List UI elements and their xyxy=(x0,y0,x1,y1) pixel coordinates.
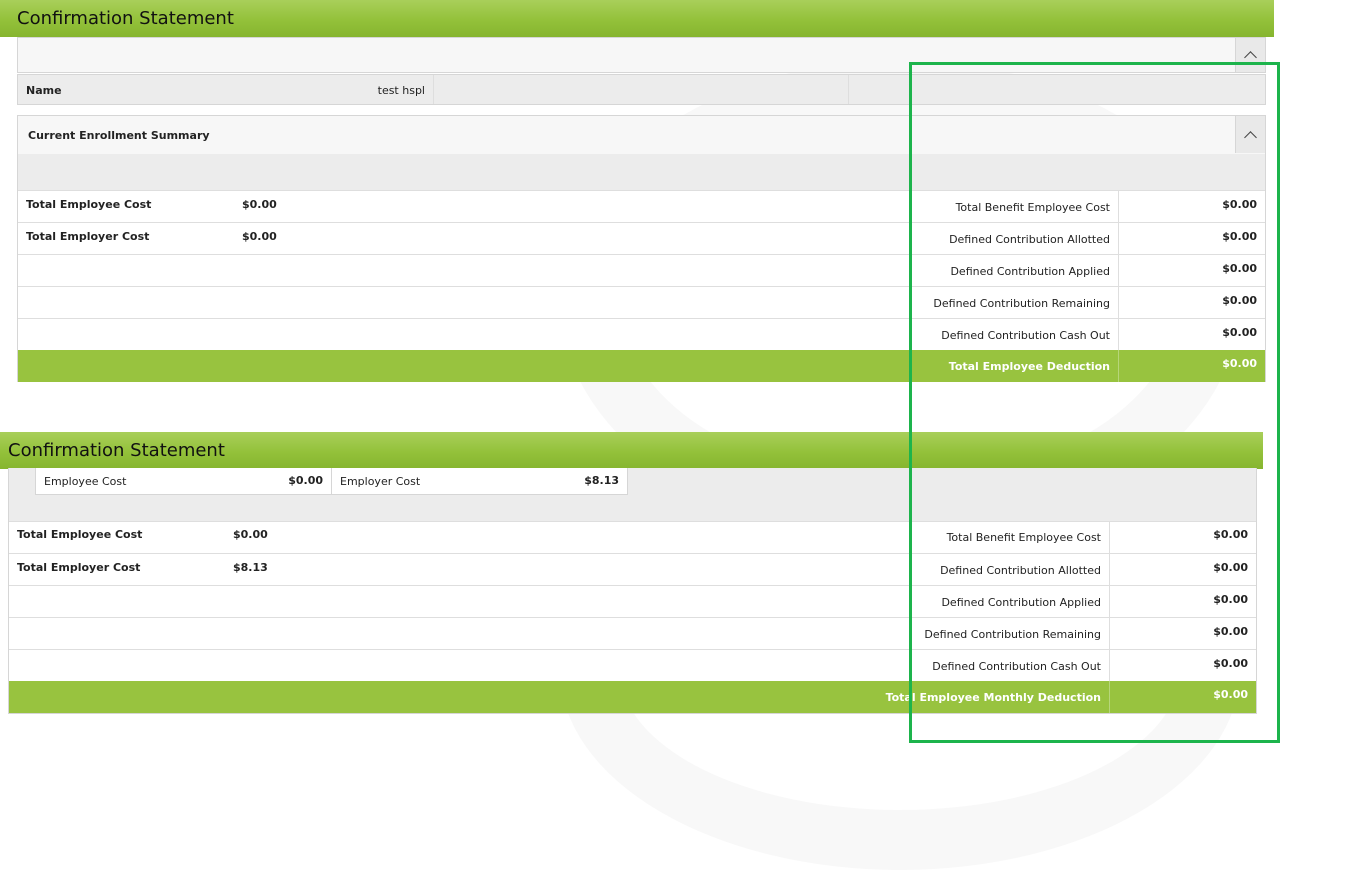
divider xyxy=(1118,191,1119,223)
name-value: test hspl xyxy=(377,84,425,97)
name-bar: Name test hspl xyxy=(17,74,1266,105)
table-row: Defined Contribution Applied $0.00 xyxy=(9,585,1256,618)
divider xyxy=(1109,554,1110,586)
confirmation-panel: Employee Cost $0.00 Employer Cost $8.13 … xyxy=(8,468,1257,714)
row-value: $0.00 xyxy=(1213,528,1248,541)
employee-cost-value: $0.00 xyxy=(288,474,323,487)
summary-subheader xyxy=(18,154,1265,190)
total-value: $0.00 xyxy=(1213,688,1248,701)
divider xyxy=(433,75,434,104)
row-label: Defined Contribution Applied xyxy=(950,265,1110,278)
cost-summary-bar: Employee Cost $0.00 Employer Cost $8.13 xyxy=(9,468,1256,522)
collapse-button[interactable] xyxy=(1235,116,1265,153)
row-label: Defined Contribution Remaining xyxy=(924,628,1101,641)
table-row: Total Employee Cost $0.00 Total Benefit … xyxy=(18,190,1265,223)
total-label: Total Employee Monthly Deduction xyxy=(885,691,1101,704)
table-row: Total Employer Cost $0.00 Defined Contri… xyxy=(18,222,1265,255)
row-label: Defined Contribution Remaining xyxy=(933,297,1110,310)
row-label: Total Benefit Employee Cost xyxy=(946,531,1101,544)
name-label: Name xyxy=(26,84,62,97)
row-value: $0.00 xyxy=(1213,625,1248,638)
divider xyxy=(1118,255,1119,287)
divider xyxy=(1109,681,1110,713)
row-value: $0.00 xyxy=(1222,262,1257,275)
row-label: Total Employee Cost xyxy=(17,528,143,541)
employer-cost-label: Employer Cost xyxy=(340,475,421,488)
row-value: $0.00 xyxy=(242,198,277,211)
table-row: Defined Contribution Applied $0.00 xyxy=(18,254,1265,287)
row-label: Defined Contribution Allotted xyxy=(949,233,1110,246)
row-value: $0.00 xyxy=(1213,561,1248,574)
page-title: Confirmation Statement xyxy=(0,0,1274,37)
row-label: Total Employer Cost xyxy=(26,230,150,243)
total-value: $0.00 xyxy=(1222,357,1257,370)
divider xyxy=(848,75,849,104)
chevron-up-icon xyxy=(1244,130,1257,144)
employee-cost-box: Employee Cost $0.00 xyxy=(35,468,332,495)
row-label: Total Employer Cost xyxy=(17,561,141,574)
divider xyxy=(1109,650,1110,682)
row-value: $0.00 xyxy=(1222,230,1257,243)
table-row: Total Employee Cost $0.00 Total Benefit … xyxy=(9,521,1256,553)
chevron-up-icon xyxy=(1244,51,1257,64)
row-label: Defined Contribution Applied xyxy=(941,596,1101,609)
row-value: $0.00 xyxy=(233,528,268,541)
row-value: $0.00 xyxy=(1213,593,1248,606)
row-value: $0.00 xyxy=(1222,294,1257,307)
table-row: Defined Contribution Remaining $0.00 xyxy=(9,617,1256,650)
summary-header: Current Enrollment Summary xyxy=(18,116,1265,155)
collapse-button[interactable] xyxy=(1235,38,1265,72)
row-label: Total Employee Cost xyxy=(26,198,152,211)
summary-title: Current Enrollment Summary xyxy=(28,129,210,142)
top-collapsible-panel xyxy=(17,37,1266,73)
divider xyxy=(1118,223,1119,255)
divider xyxy=(1109,586,1110,618)
divider xyxy=(1118,287,1119,319)
divider xyxy=(1118,319,1119,351)
table-row: Defined Contribution Cash Out $0.00 xyxy=(9,649,1256,682)
row-value: $0.00 xyxy=(242,230,277,243)
employer-cost-value: $8.13 xyxy=(584,474,619,487)
employer-cost-box: Employer Cost $8.13 xyxy=(331,468,628,495)
total-monthly-deduction-row: Total Employee Monthly Deduction $0.00 xyxy=(9,681,1256,713)
table-row: Defined Contribution Remaining $0.00 xyxy=(18,286,1265,319)
divider xyxy=(1118,350,1119,382)
total-deduction-row: Total Employee Deduction $0.00 xyxy=(18,350,1265,382)
page-title: Confirmation Statement xyxy=(0,432,1263,469)
row-value: $0.00 xyxy=(1222,326,1257,339)
row-label: Total Benefit Employee Cost xyxy=(955,201,1110,214)
divider xyxy=(1109,521,1110,553)
divider xyxy=(1109,618,1110,650)
row-label: Defined Contribution Cash Out xyxy=(932,660,1101,673)
employee-cost-label: Employee Cost xyxy=(44,475,127,488)
enrollment-summary-panel: Current Enrollment Summary Total Employe… xyxy=(17,115,1266,382)
row-value: $0.00 xyxy=(1222,198,1257,211)
table-row: Total Employer Cost $8.13 Defined Contri… xyxy=(9,553,1256,586)
row-value: $0.00 xyxy=(1213,657,1248,670)
total-label: Total Employee Deduction xyxy=(948,360,1110,373)
row-label: Defined Contribution Allotted xyxy=(940,564,1101,577)
row-label: Defined Contribution Cash Out xyxy=(941,329,1110,342)
row-value: $8.13 xyxy=(233,561,268,574)
table-row: Defined Contribution Cash Out $0.00 xyxy=(18,318,1265,351)
